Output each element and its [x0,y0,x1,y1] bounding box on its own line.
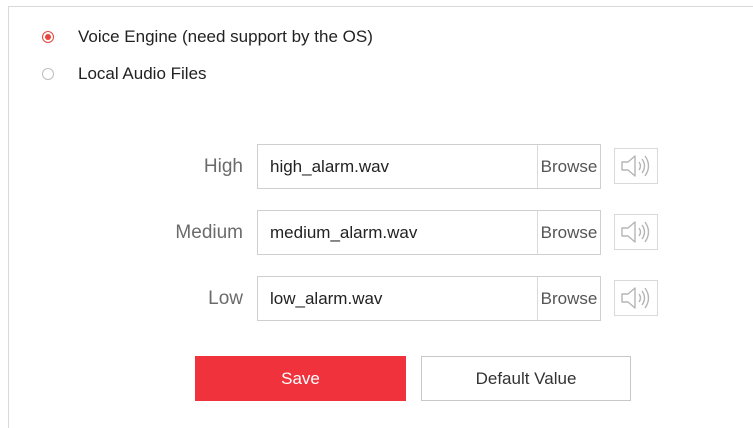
label-low: Low [208,288,243,309]
file-input-low[interactable] [258,277,537,320]
file-input-medium[interactable] [258,211,537,254]
play-low-button[interactable] [614,280,658,316]
file-group-medium: Browse [257,210,601,255]
save-button[interactable]: Save [195,356,406,401]
radio-label-local-audio: Local Audio Files [78,64,207,83]
browse-button-medium[interactable]: Browse [537,211,600,254]
browse-button-low[interactable]: Browse [537,277,600,320]
play-high-button[interactable] [614,148,658,184]
label-medium: Medium [175,222,243,243]
default-value-button[interactable]: Default Value [421,356,631,401]
play-medium-button[interactable] [614,214,658,250]
file-input-high[interactable] [258,145,537,188]
radio-label-voice-engine: Voice Engine (need support by the OS) [78,27,373,46]
radio-button-checked[interactable] [42,31,54,43]
file-group-low: Browse [257,276,601,321]
speaker-icon [621,221,650,243]
file-group-high: Browse [257,144,601,189]
browse-button-high[interactable]: Browse [537,145,600,188]
radio-button-unchecked[interactable] [42,68,54,80]
label-high: High [203,156,243,177]
radio-local-audio-files[interactable]: Local Audio Files [42,64,207,84]
speaker-icon [621,287,650,309]
radio-voice-engine[interactable]: Voice Engine (need support by the OS) [42,27,373,47]
speaker-icon [621,155,650,177]
